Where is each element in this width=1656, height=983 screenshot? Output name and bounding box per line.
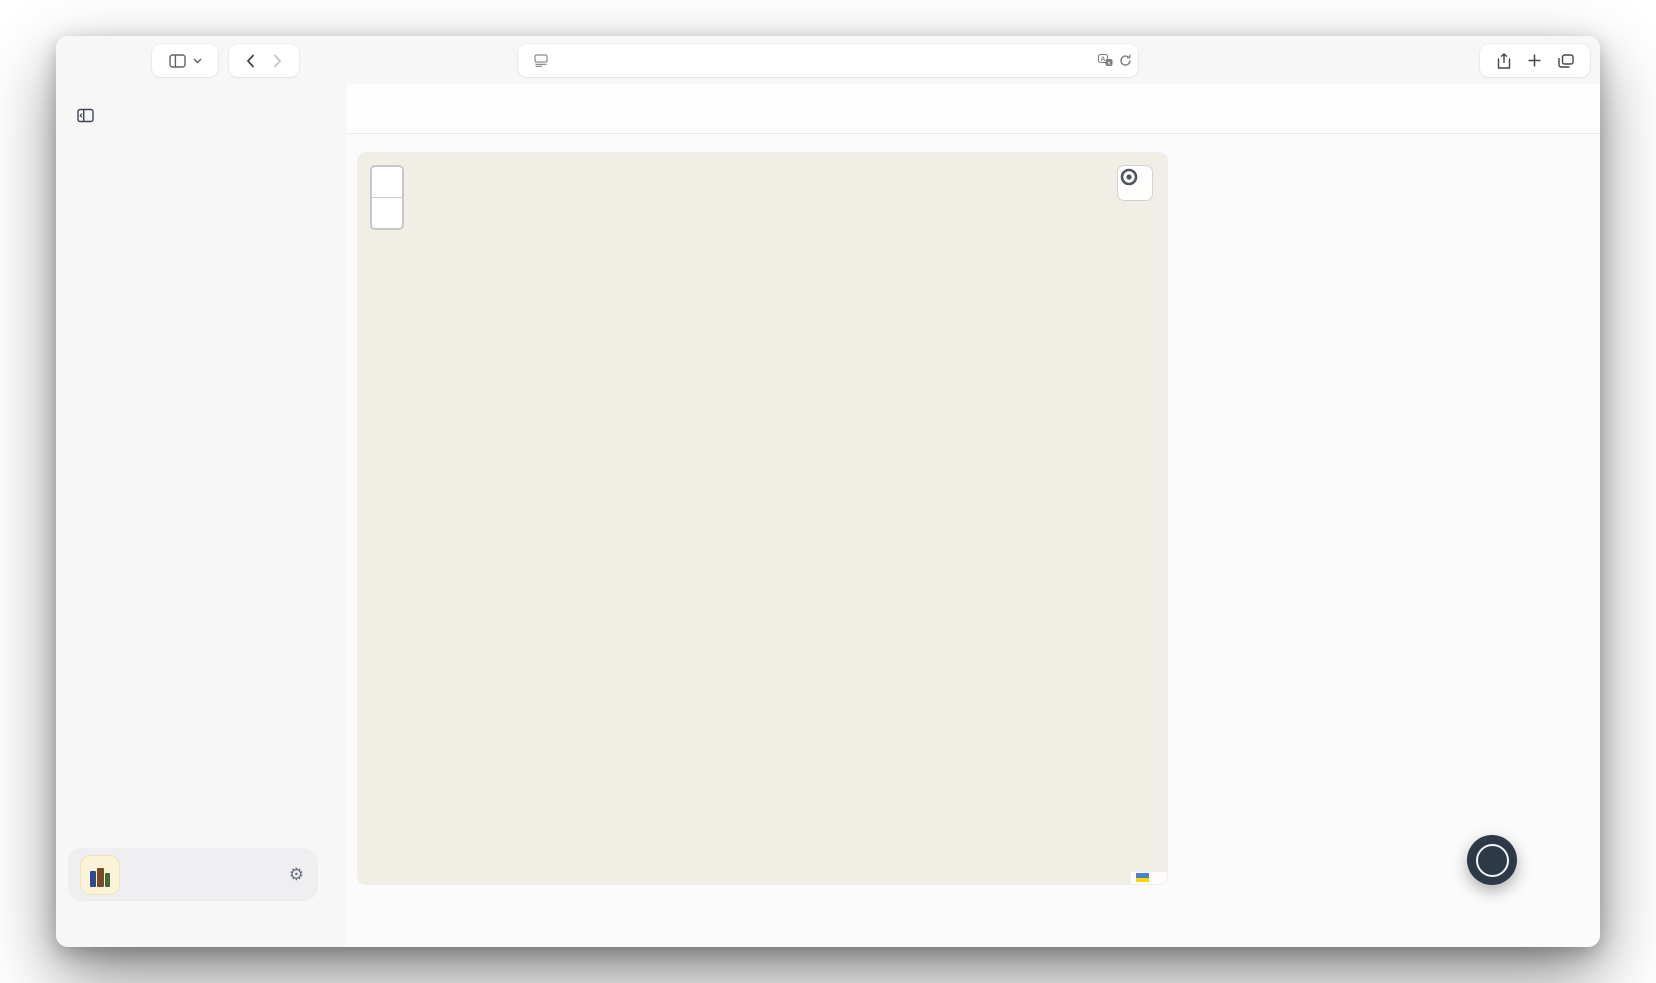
browser-window: Ax ⚙ (56, 36, 1600, 947)
map-zoom-control (370, 165, 404, 230)
user-card[interactable]: ⚙ (68, 848, 318, 901)
reader-mode-icon[interactable] (534, 54, 548, 67)
zoom-window-button[interactable] (126, 53, 139, 66)
share-icon[interactable] (1497, 52, 1511, 69)
help-icon (1475, 843, 1509, 877)
map-container[interactable] (358, 153, 1167, 884)
back-button[interactable] (246, 53, 255, 68)
minimize-window-button[interactable] (104, 53, 117, 66)
collapse-menu-button[interactable] (77, 108, 346, 128)
settings-gear-icon[interactable]: ⚙ (289, 865, 304, 885)
zoom-in-button[interactable] (372, 167, 402, 198)
avatar (81, 855, 119, 894)
svg-text:A: A (1101, 56, 1106, 63)
new-tab-icon[interactable] (1528, 54, 1541, 67)
locate-me-button[interactable] (1117, 165, 1153, 201)
content-area (346, 134, 1600, 947)
translate-icon[interactable]: Ax (1098, 54, 1113, 67)
zoom-out-button[interactable] (372, 198, 402, 228)
chevron-down-icon (192, 57, 202, 64)
address-bar[interactable]: Ax (518, 44, 1138, 77)
map-canvas[interactable] (358, 153, 1167, 884)
tab-overview-icon[interactable] (1557, 53, 1574, 68)
collapse-menu-icon (77, 108, 94, 128)
locate-icon (1120, 168, 1138, 186)
map-attribution (1131, 872, 1167, 884)
sidebar-toggle-button[interactable] (152, 44, 218, 77)
forward-button[interactable] (273, 53, 282, 68)
reload-icon[interactable] (1119, 54, 1132, 67)
main-header (346, 84, 1600, 134)
browser-toolbar: Ax (56, 36, 1600, 85)
sidebar-toggle-icon (168, 53, 186, 68)
help-button[interactable] (1467, 835, 1517, 885)
ukraine-flag-icon (1136, 873, 1149, 882)
close-window-button[interactable] (82, 53, 95, 66)
nav-buttons (229, 44, 299, 77)
app-sidebar: ⚙ (56, 84, 347, 947)
window-actions (1480, 44, 1590, 77)
